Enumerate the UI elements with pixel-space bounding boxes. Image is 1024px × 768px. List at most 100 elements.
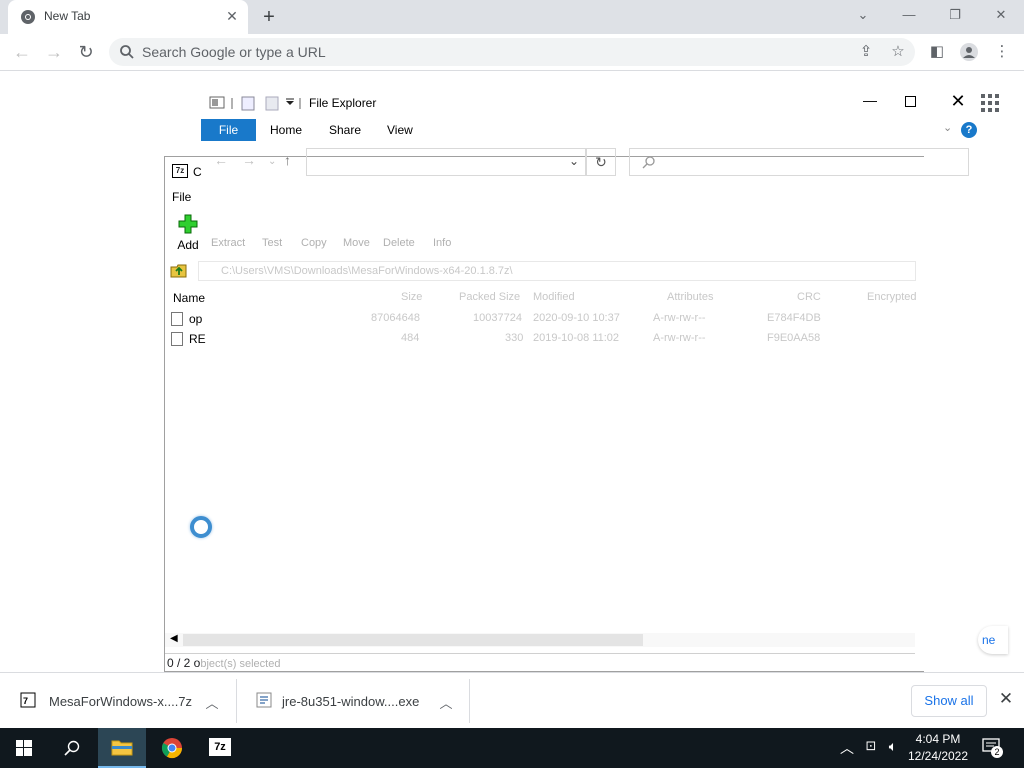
- search-icon: [64, 740, 80, 756]
- network-icon[interactable]: ⊡: [861, 738, 881, 754]
- column-modified[interactable]: Modified: [533, 291, 575, 303]
- close-shelf-icon[interactable]: ✕: [996, 689, 1016, 709]
- taskbar-search-button[interactable]: [48, 728, 96, 768]
- quick-access-toolbar-icons[interactable]: [208, 95, 303, 111]
- move-button[interactable]: Move: [343, 237, 370, 249]
- omnibox[interactable]: Search Google or type a URL: [109, 38, 915, 66]
- column-attributes[interactable]: Attributes: [667, 291, 713, 303]
- selection-count: 0 / 2 o: [167, 656, 201, 670]
- restore-button[interactable]: ❐: [941, 4, 969, 28]
- menu-kebab-icon[interactable]: ⋮: [992, 42, 1012, 62]
- column-name[interactable]: Name: [173, 291, 205, 305]
- close-tab-icon[interactable]: ✕: [224, 8, 240, 24]
- explorer-close-button[interactable]: ✕: [948, 91, 968, 111]
- file-size: 87064648: [371, 312, 420, 324]
- download-item[interactable]: jre-8u351-window....exe ︿: [236, 673, 470, 729]
- explorer-forward-icon[interactable]: →: [242, 152, 256, 168]
- google-apps-icon[interactable]: [981, 94, 999, 112]
- taskbar-chrome[interactable]: [148, 728, 196, 768]
- explorer-refresh-icon[interactable]: ↻: [586, 148, 616, 176]
- taskbar-7zip[interactable]: 7z: [197, 728, 245, 768]
- file-icon: [171, 332, 183, 346]
- bookmark-star-icon[interactable]: ☆: [888, 42, 908, 62]
- ribbon-tab-share[interactable]: Share: [329, 123, 361, 137]
- file-icon: [171, 312, 183, 326]
- file-packed: 330: [505, 332, 524, 344]
- download-file-name: MesaForWindows-x....7z: [49, 694, 193, 709]
- copy-button[interactable]: Copy: [301, 237, 327, 249]
- side-panel-icon[interactable]: ◧: [927, 42, 947, 62]
- file-row[interactable]: RE 484 330 2019-10-08 11:02 A-rw-rw-r-- …: [171, 331, 911, 347]
- show-hidden-icons-icon[interactable]: ︿: [837, 738, 857, 758]
- test-button[interactable]: Test: [262, 237, 282, 249]
- column-size[interactable]: Size: [401, 291, 422, 303]
- share-icon[interactable]: ⇪: [856, 42, 876, 62]
- add-plus-icon: [178, 214, 198, 234]
- selection-status-faded: bject(s) selected: [200, 658, 281, 670]
- ribbon-tab-home[interactable]: Home: [270, 123, 302, 137]
- file-row[interactable]: op 87064648 10037724 2020-09-10 10:37 A-…: [171, 311, 911, 327]
- explorer-address-bar[interactable]: ⌄: [306, 148, 586, 176]
- file-name: RE: [189, 332, 206, 346]
- show-all-downloads-button[interactable]: Show all: [911, 685, 987, 717]
- search-icon: [120, 45, 134, 59]
- customize-chrome-button[interactable]: ne: [978, 626, 1008, 654]
- explorer-up-icon[interactable]: ↑: [284, 152, 291, 168]
- reload-button[interactable]: ↻: [73, 40, 99, 66]
- ribbon-tab-view[interactable]: View: [387, 123, 413, 137]
- status-bar: 0 / 2 object(s) selected: [165, 653, 915, 671]
- explorer-maximize-button[interactable]: [905, 96, 916, 107]
- taskbar-clock[interactable]: 4:04 PM 12/24/2022: [904, 731, 972, 765]
- file-crc: F9E0AA58: [767, 332, 821, 344]
- horizontal-scrollbar[interactable]: ◀: [165, 633, 915, 647]
- file-attr: A-rw-rw-r--: [653, 332, 706, 344]
- profile-avatar-icon[interactable]: [959, 42, 979, 62]
- info-button[interactable]: Info: [433, 237, 451, 249]
- ribbon-tab-file[interactable]: File: [201, 119, 256, 141]
- tab-title: New Tab: [44, 9, 91, 23]
- column-crc[interactable]: CRC: [797, 291, 821, 303]
- downloads-shelf: 7 MesaForWindows-x....7z ︿ jre-8u351-win…: [0, 672, 1024, 728]
- forward-button[interactable]: →: [41, 40, 67, 66]
- tab-new-tab[interactable]: New Tab ✕: [8, 0, 248, 34]
- ribbon-expand-icon[interactable]: ⌄: [943, 121, 952, 134]
- help-icon[interactable]: ?: [961, 122, 977, 138]
- file-explorer-title: File Explorer: [309, 96, 377, 110]
- recent-locations-icon[interactable]: ⌄: [268, 156, 276, 167]
- folder-up-icon[interactable]: [170, 263, 188, 279]
- omnibox-placeholder: Search Google or type a URL: [142, 44, 326, 60]
- clock-time: 4:04 PM: [915, 732, 961, 746]
- download-options-icon[interactable]: ︿: [438, 693, 454, 712]
- notification-center-icon[interactable]: 2: [982, 738, 1003, 758]
- download-divider: [469, 679, 470, 723]
- download-item[interactable]: 7 MesaForWindows-x....7z ︿: [0, 673, 236, 729]
- exe-file-icon: [256, 692, 272, 708]
- scroll-thumb[interactable]: [183, 634, 643, 646]
- sevenzip-menu-file[interactable]: File: [172, 190, 191, 204]
- download-options-icon[interactable]: ︿: [204, 693, 220, 712]
- column-encrypted[interactable]: Encrypted: [867, 291, 917, 303]
- delete-button[interactable]: Delete: [383, 237, 415, 249]
- start-button[interactable]: [0, 728, 48, 768]
- volume-icon[interactable]: 🔈︎: [883, 738, 903, 755]
- explorer-back-icon[interactable]: ←: [214, 152, 228, 168]
- minimize-button[interactable]: —: [895, 4, 923, 28]
- file-modified: 2020-09-10 10:37: [533, 312, 620, 324]
- new-tab-button[interactable]: +: [258, 7, 280, 29]
- column-packed-size[interactable]: Packed Size: [459, 291, 520, 303]
- taskbar-file-explorer[interactable]: [98, 728, 146, 768]
- tab-search-icon[interactable]: ⌄: [849, 4, 877, 28]
- add-button[interactable]: Add: [173, 213, 203, 255]
- address-dropdown-icon[interactable]: ⌄: [569, 154, 579, 168]
- scroll-left-icon[interactable]: ◀: [170, 633, 178, 644]
- loading-spinner-icon: [190, 516, 212, 538]
- close-window-button[interactable]: ✕: [987, 4, 1015, 28]
- extract-button[interactable]: Extract: [211, 237, 245, 249]
- explorer-search-box[interactable]: [629, 148, 969, 176]
- explorer-minimize-button[interactable]: —: [860, 92, 880, 112]
- windows-taskbar: 7z ︿ ⊡ 🔈︎ 4:04 PM 12/24/2022 2: [0, 728, 1024, 768]
- download-file-name: jre-8u351-window....exe: [282, 694, 420, 709]
- back-button[interactable]: ←: [9, 40, 35, 66]
- path-field[interactable]: C:\Users\VMS\Downloads\MesaForWindows-x6…: [198, 261, 916, 281]
- folder-icon: [111, 740, 133, 756]
